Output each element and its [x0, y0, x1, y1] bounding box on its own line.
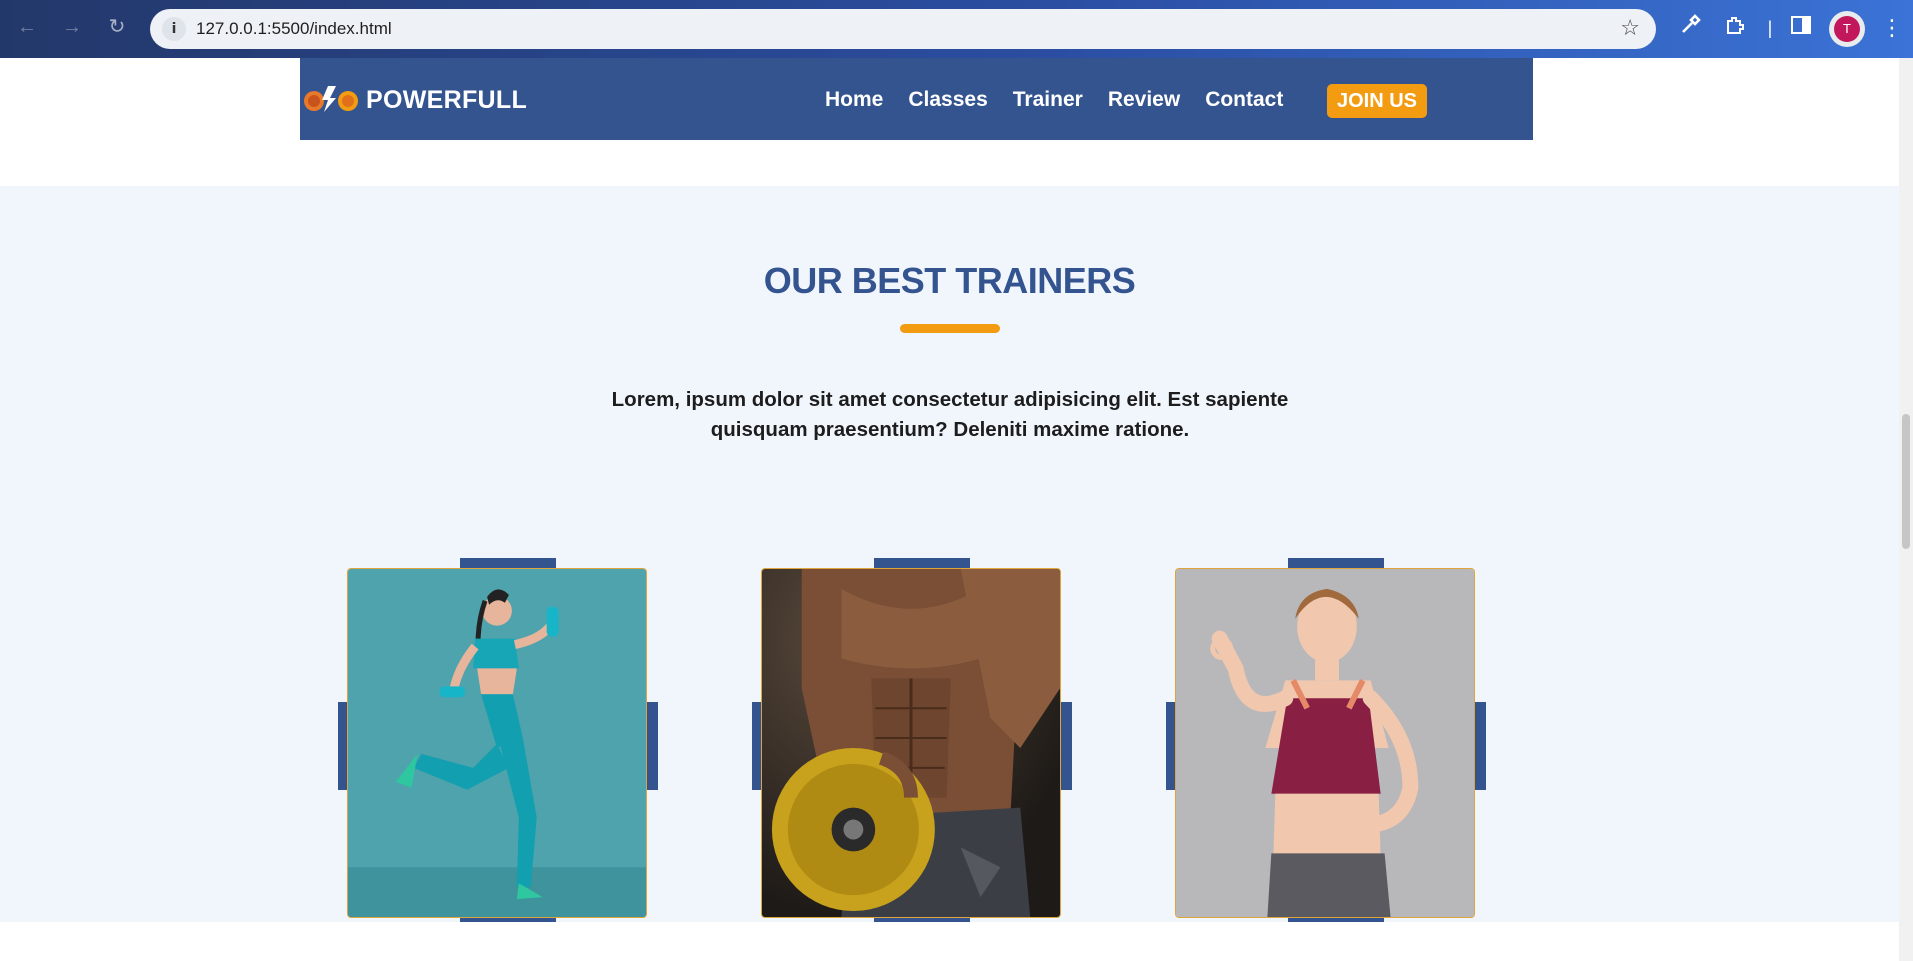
- title-underline: [900, 324, 1000, 333]
- nav-classes[interactable]: Classes: [908, 88, 987, 112]
- woman-running-icon: [348, 569, 646, 917]
- logo-icon: [304, 86, 358, 112]
- main-nav: Home Classes Trainer Review Contact: [825, 88, 1283, 112]
- trainer-photo: [1175, 568, 1475, 918]
- nav-home[interactable]: Home: [825, 88, 883, 112]
- page-viewport: POWERFULL Home Classes Trainer Review Co…: [0, 58, 1899, 961]
- nav-review[interactable]: Review: [1108, 88, 1180, 112]
- url-text[interactable]: 127.0.0.1:5500/index.html: [196, 19, 392, 39]
- nav-contact[interactable]: Contact: [1205, 88, 1283, 112]
- section-description: Lorem, ipsum dolor sit amet consectetur …: [611, 388, 1289, 441]
- more-icon[interactable]: ⋮: [1878, 14, 1906, 42]
- extensions-icon[interactable]: [1721, 14, 1749, 42]
- trainer-card[interactable]: [752, 558, 1072, 930]
- back-icon[interactable]: ←: [14, 14, 40, 40]
- trainer-card[interactable]: [1166, 558, 1486, 930]
- browser-toolbar: ← → ↻ i 127.0.0.1:5500/index.html ☆ | T …: [0, 0, 1913, 58]
- divider: |: [1767, 18, 1773, 38]
- forward-icon[interactable]: →: [59, 14, 85, 40]
- card-accent: [1474, 702, 1486, 790]
- star-icon[interactable]: ☆: [1620, 15, 1640, 41]
- site-info-icon[interactable]: i: [162, 17, 186, 41]
- address-bar[interactable]: i 127.0.0.1:5500/index.html ☆: [150, 9, 1656, 49]
- next-section: [0, 922, 1899, 961]
- trainers-section: OUR BEST TRAINERS Lorem, ipsum dolor sit…: [0, 186, 1899, 930]
- card-accent: [1060, 702, 1072, 790]
- join-us-button[interactable]: JOIN US: [1327, 84, 1427, 118]
- side-panel-icon[interactable]: [1787, 14, 1815, 42]
- trainer-card[interactable]: [338, 558, 658, 930]
- section-title: OUR BEST TRAINERS: [763, 260, 1136, 301]
- page-scrollbar[interactable]: [1899, 58, 1913, 961]
- smiling-woman-icon: [1176, 569, 1474, 917]
- scrollbar-thumb[interactable]: [1902, 414, 1910, 549]
- site-header: POWERFULL Home Classes Trainer Review Co…: [300, 58, 1533, 140]
- nav-trainer[interactable]: Trainer: [1013, 88, 1083, 112]
- brand-name: POWERFULL: [366, 86, 528, 114]
- trainer-photo: [347, 568, 647, 918]
- trainer-photo: [761, 568, 1061, 918]
- eyedropper-icon[interactable]: [1676, 14, 1704, 42]
- muscular-man-icon: [762, 569, 1060, 917]
- reload-icon[interactable]: ↻: [104, 14, 130, 40]
- profile-avatar[interactable]: T: [1829, 11, 1865, 47]
- card-accent: [646, 702, 658, 790]
